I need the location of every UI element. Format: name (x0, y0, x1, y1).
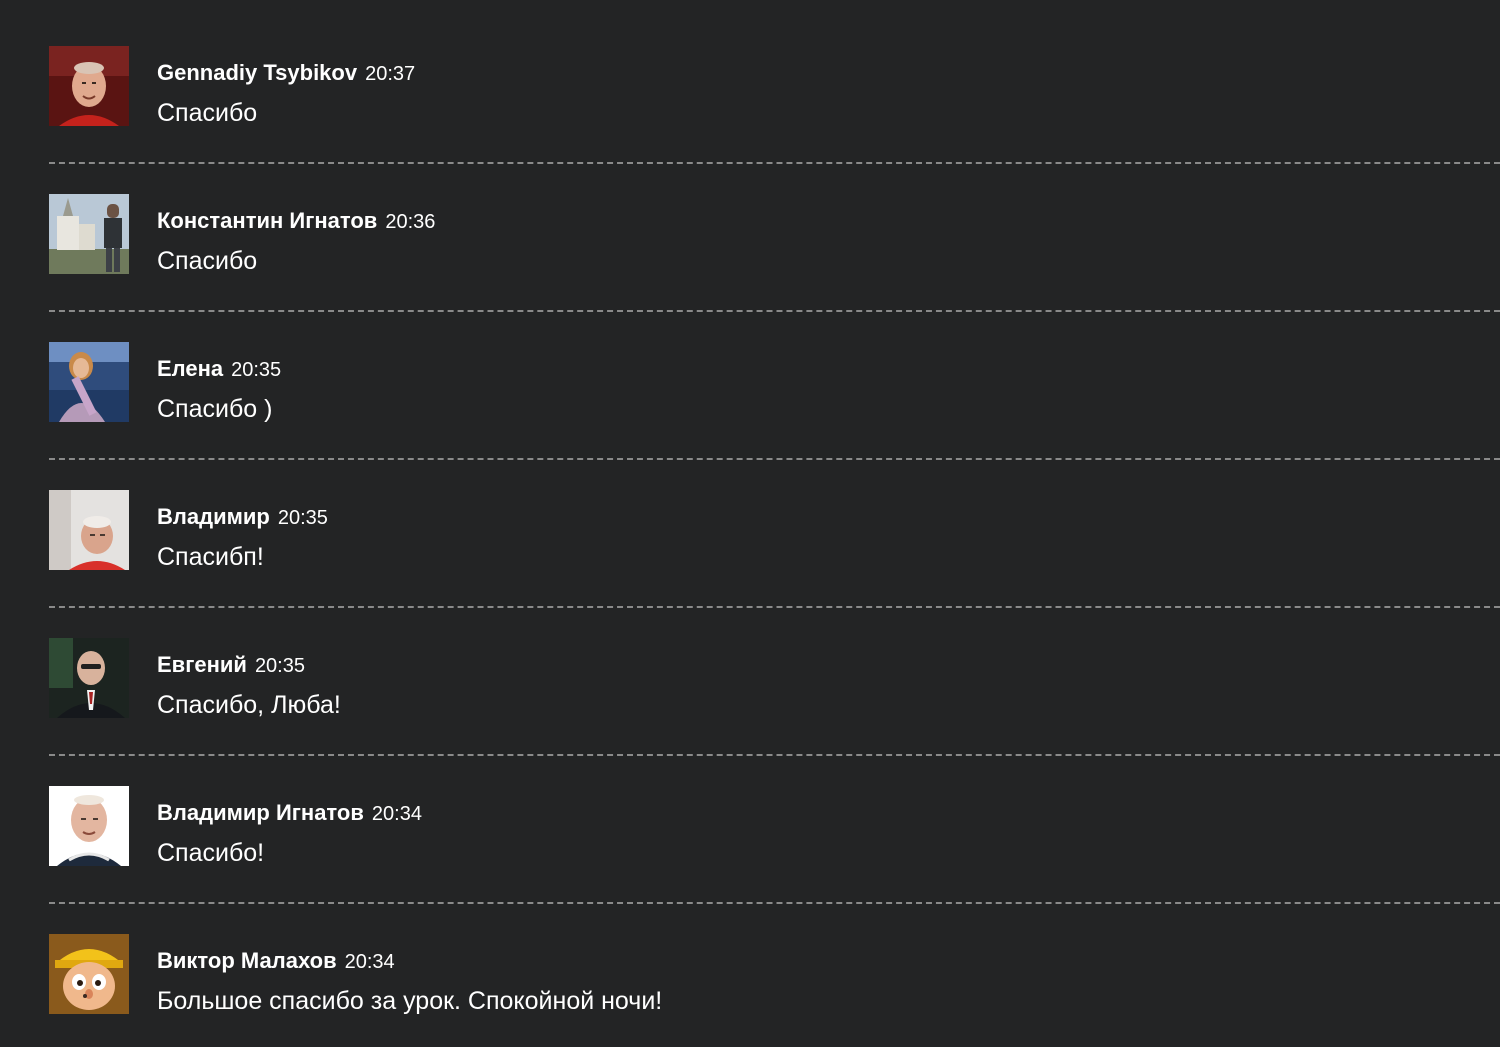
message-text: Спасибо, Люба! (157, 691, 341, 719)
chat-message: Виктор Малахов 20:34 Большое спасибо за у… (49, 888, 1500, 1036)
avatar-image (49, 490, 129, 570)
message-text: Спасибо (157, 247, 258, 275)
author-name[interactable]: Gennadiy Tsybikov (157, 60, 357, 85)
avatar-image (49, 786, 129, 866)
chat-message: Константин Игнатов 20:36 Спасибо (49, 148, 1500, 312)
message-text: Спасибо! (157, 839, 265, 867)
author-name[interactable]: Константин Игнатов (157, 208, 377, 233)
message-header: Евгений 20:35 (157, 650, 305, 683)
author-name[interactable]: Владимир (157, 504, 270, 529)
chat-message: Владимир Игнатов 20:34 Спасибо! (49, 740, 1500, 904)
message-header: Владимир 20:35 (157, 502, 328, 535)
message-time: 20:34 (371, 803, 422, 825)
message-time: 20:35 (254, 655, 305, 677)
message-time: 20:35 (231, 359, 282, 381)
author-name[interactable]: Елена (157, 356, 223, 381)
avatar[interactable] (49, 194, 129, 274)
message-header: Константин Игнатов 20:36 (157, 206, 435, 239)
avatar[interactable] (49, 934, 129, 1014)
message-header: Gennadiy Tsybikov 20:37 (157, 58, 415, 91)
message-header: Владимир Игнатов 20:34 (157, 798, 422, 831)
chat-message: Владимир 20:35 Спасибп! (49, 444, 1500, 608)
avatar-image (49, 46, 129, 126)
message-text: Спасибп! (157, 543, 264, 571)
message-header: Елена 20:35 (157, 354, 281, 387)
author-name[interactable]: Владимир Игнатов (157, 800, 364, 825)
message-time: 20:35 (277, 507, 328, 529)
avatar-image (49, 638, 129, 718)
author-name[interactable]: Евгений (157, 652, 247, 677)
avatar-image (49, 342, 129, 422)
message-text: Спасибо (157, 99, 258, 127)
chat-message: Gennadiy Tsybikov 20:37 Спасибо (49, 0, 1500, 164)
author-name[interactable]: Виктор Малахов (157, 948, 337, 973)
message-time: 20:37 (365, 63, 416, 85)
avatar[interactable] (49, 46, 129, 126)
avatar-image (49, 194, 129, 274)
chat-message: Евгений 20:35 Спасибо, Люба! (49, 592, 1500, 756)
message-time: 20:36 (385, 211, 436, 233)
avatar-image (49, 934, 129, 1014)
avatar[interactable] (49, 490, 129, 570)
avatar[interactable] (49, 638, 129, 718)
avatar[interactable] (49, 342, 129, 422)
message-text: Большое спасибо за урок. Спокойной ночи! (157, 987, 663, 1015)
message-text: Спасибо ) (157, 395, 273, 423)
message-time: 20:34 (344, 951, 395, 973)
chat-message: Елена 20:35 Спасибо ) (49, 296, 1500, 460)
message-header: Виктор Малахов 20:34 (157, 946, 395, 979)
avatar[interactable] (49, 786, 129, 866)
